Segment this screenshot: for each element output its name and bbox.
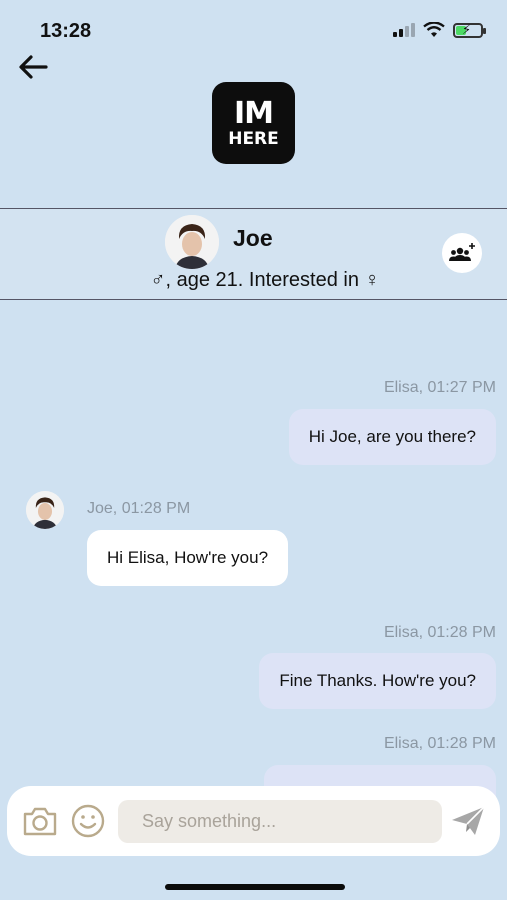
- status-time: 13:28: [40, 20, 92, 42]
- message-bubble-outgoing[interactable]: Hi Joe, are you there?: [288, 409, 496, 465]
- signal-icon: [393, 23, 415, 37]
- person-avatar-icon: [165, 215, 219, 269]
- message-meta: Elisa, 01:28 PM: [383, 624, 496, 641]
- send-icon: [452, 806, 485, 835]
- composer-bar: [7, 786, 500, 856]
- sender-avatar[interactable]: [26, 491, 64, 529]
- back-button[interactable]: [16, 50, 52, 86]
- smiley-icon: [71, 804, 105, 838]
- send-button[interactable]: [449, 804, 487, 838]
- message-bubble-outgoing[interactable]: Fine Thanks. How're you?: [259, 653, 496, 709]
- message-input[interactable]: [118, 800, 442, 843]
- camera-icon: [23, 807, 57, 836]
- female-symbol: ♀: [364, 269, 380, 291]
- profile-header: Joe ♂, age 21. Interested in ♀: [0, 208, 507, 300]
- app-logo: IM HERE: [212, 82, 295, 164]
- arrow-left-icon: [19, 55, 48, 79]
- profile-name: Joe: [233, 225, 273, 251]
- avatar[interactable]: [165, 215, 219, 269]
- male-symbol: ♂: [150, 269, 166, 291]
- add-group-button[interactable]: [442, 233, 482, 273]
- logo-line-2: HERE: [228, 128, 279, 149]
- home-indicator[interactable]: [165, 884, 345, 890]
- profile-info: ♂, age 21. Interested in ♀: [0, 269, 440, 292]
- person-avatar-icon: [26, 491, 64, 529]
- status-icons: ⚡: [393, 22, 486, 38]
- logo-line-1: IM: [233, 95, 274, 131]
- status-bar: 13:28 ⚡: [0, 0, 507, 60]
- message-meta: Elisa, 01:27 PM: [383, 379, 496, 396]
- message-meta: Elisa, 01:28 PM: [383, 735, 496, 752]
- group-add-icon: [449, 243, 475, 261]
- battery-icon: ⚡: [453, 22, 486, 38]
- profile-info-text: , age 21. Interested in: [165, 269, 365, 291]
- message-bubble-incoming[interactable]: Hi Elisa, How're you?: [87, 530, 289, 586]
- message-meta: Joe, 01:28 PM: [87, 500, 191, 517]
- emoji-button[interactable]: [71, 804, 105, 838]
- wifi-icon: [423, 22, 445, 37]
- camera-button[interactable]: [21, 804, 59, 838]
